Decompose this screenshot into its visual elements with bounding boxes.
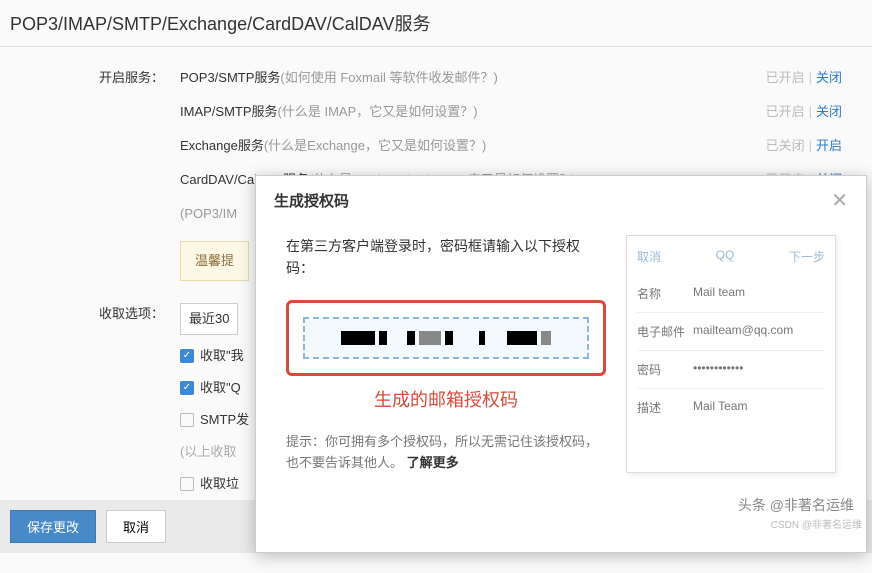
service-status-on: 已开启 bbox=[766, 70, 805, 85]
checkbox-trash[interactable] bbox=[180, 477, 194, 491]
phone-row: 描述Mail Team bbox=[637, 389, 825, 426]
watermark-csdn: CSDN @非著名运维 bbox=[771, 516, 862, 531]
option-label: SMTP发 bbox=[200, 409, 249, 431]
service-status-off[interactable]: 关闭 bbox=[816, 104, 842, 119]
phone-next: 下一步 bbox=[789, 248, 825, 265]
save-button[interactable]: 保存更改 bbox=[10, 510, 96, 543]
pop3-truncated: (POP3/IM bbox=[180, 203, 237, 225]
phone-row: 电子邮件mailteam@qq.com bbox=[637, 313, 825, 351]
option-trash-label: 收取垃 bbox=[200, 473, 239, 495]
service-line: Exchange服务 (什么是Exchange，它又是如何设置？)已关闭|开启 bbox=[180, 135, 862, 157]
option-note-1: (以上收取 bbox=[180, 441, 249, 463]
phone-field-value: mailteam@qq.com bbox=[693, 323, 793, 340]
modal-instruction: 在第三方客户端登录时，密码框请输入以下授权码： bbox=[286, 235, 606, 280]
service-help: (什么是Exchange，它又是如何设置？) bbox=[264, 135, 486, 157]
service-line: POP3/SMTP服务 (如何使用 Foxmail 等软件收发邮件？)已开启|关… bbox=[180, 67, 862, 89]
phone-cancel: 取消 bbox=[637, 248, 661, 265]
phone-field-value: •••••••••••• bbox=[693, 361, 743, 378]
modal-hint: 提示：你可拥有多个授权码，所以无需记住该授权码，也不要告诉其他人。 了解更多 bbox=[286, 432, 606, 474]
page-title: POP3/IMAP/SMTP/Exchange/CardDAV/CalDAV服务 bbox=[0, 0, 872, 47]
phone-row: 名称Mail team bbox=[637, 275, 825, 313]
phone-field-label: 描述 bbox=[637, 399, 693, 416]
service-name: IMAP/SMTP服务 bbox=[180, 101, 278, 123]
code-highlight-box bbox=[286, 300, 606, 376]
service-help: (什么是 IMAP，它又是如何设置？) bbox=[278, 101, 478, 123]
service-status-off[interactable]: 开启 bbox=[816, 138, 842, 153]
phone-field-value: Mail Team bbox=[693, 399, 747, 416]
phone-field-label: 密码 bbox=[637, 361, 693, 378]
recent-select[interactable]: 最近30 bbox=[180, 303, 238, 335]
modal-title: 生成授权码 bbox=[274, 190, 349, 211]
phone-field-label: 名称 bbox=[637, 285, 693, 302]
phone-field-value: Mail team bbox=[693, 285, 745, 302]
phone-brand: QQ bbox=[716, 248, 735, 265]
enable-service-label: 开启服务： bbox=[10, 67, 180, 281]
auth-code-display bbox=[303, 317, 589, 359]
close-icon[interactable]: ✕ bbox=[831, 191, 848, 211]
watermark: 头条 @非著名运维 bbox=[738, 495, 854, 515]
phone-preview: 取消 QQ 下一步 名称Mail team电子邮件mailteam@qq.com… bbox=[626, 235, 836, 473]
service-status-on: 已开启 bbox=[766, 104, 805, 119]
cancel-button[interactable]: 取消 bbox=[106, 510, 166, 543]
option-label: 收取"我 bbox=[200, 345, 244, 367]
phone-row: 密码•••••••••••• bbox=[637, 351, 825, 389]
service-status-on: 已关闭 bbox=[766, 138, 805, 153]
service-help: (如何使用 Foxmail 等软件收发邮件？) bbox=[280, 67, 497, 89]
code-caption: 生成的邮箱授权码 bbox=[286, 386, 606, 412]
option-label: 收取"Q bbox=[200, 377, 241, 399]
service-line: IMAP/SMTP服务 (什么是 IMAP，它又是如何设置？)已开启|关闭 bbox=[180, 101, 862, 123]
warm-tip: 温馨提 bbox=[180, 241, 249, 281]
service-name: Exchange服务 bbox=[180, 135, 264, 157]
learn-more-link[interactable]: 了解更多 bbox=[407, 455, 459, 470]
checkbox[interactable] bbox=[180, 413, 194, 427]
service-name: POP3/SMTP服务 bbox=[180, 67, 280, 89]
service-status-off[interactable]: 关闭 bbox=[816, 70, 842, 85]
phone-field-label: 电子邮件 bbox=[637, 323, 693, 340]
checkbox[interactable]: ✓ bbox=[180, 381, 194, 395]
checkbox[interactable]: ✓ bbox=[180, 349, 194, 363]
